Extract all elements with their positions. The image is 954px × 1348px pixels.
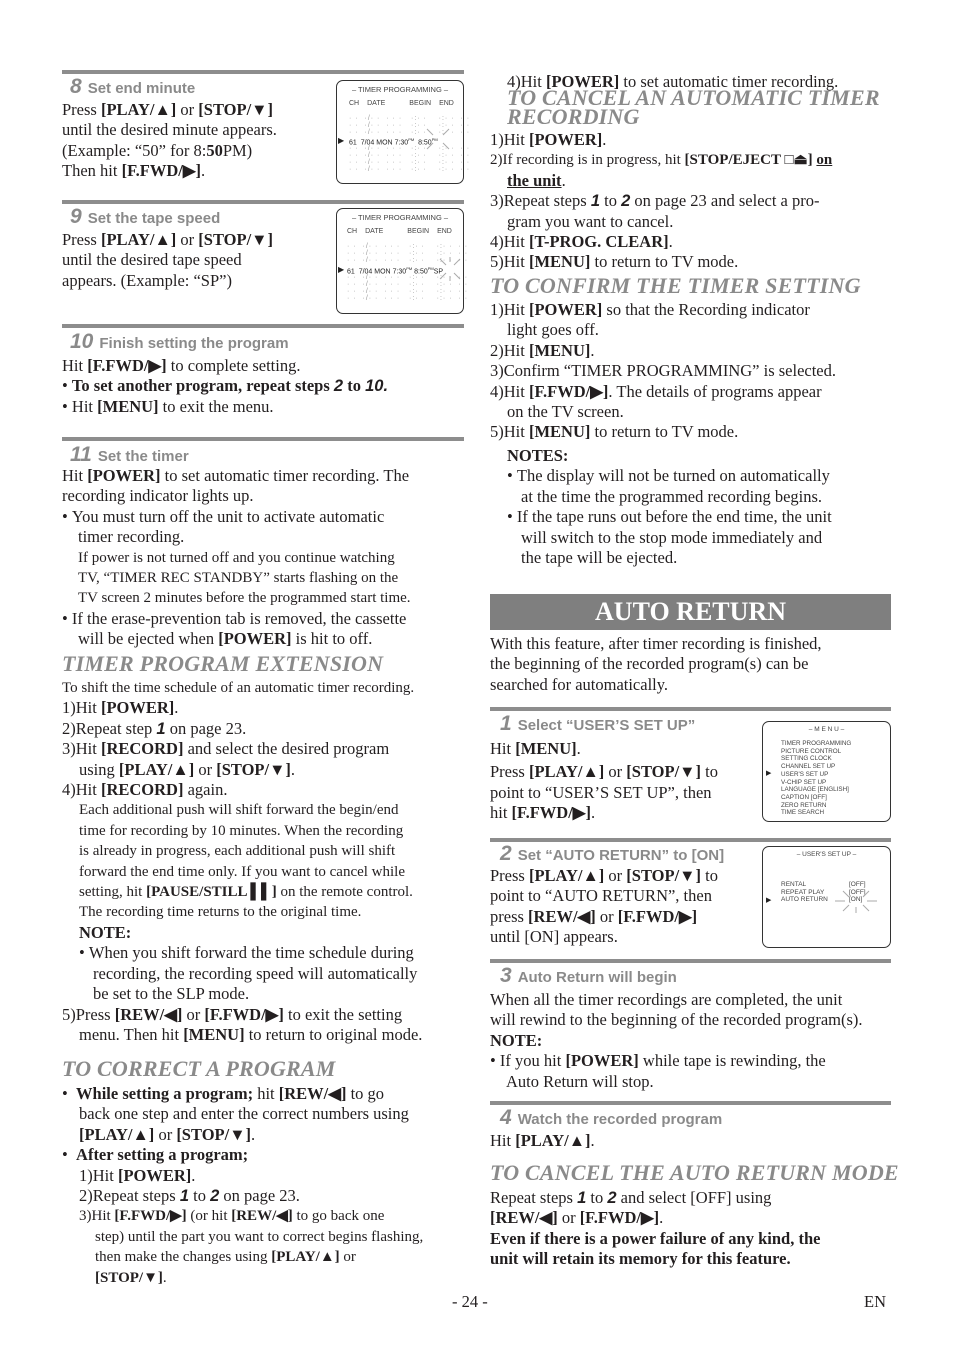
- menu-item: SETTING CLOCK: [781, 755, 832, 763]
- menu-item: CAPTION [OFF]: [781, 793, 827, 801]
- pointer-arrow-icon: ▶: [338, 136, 345, 145]
- flashing-indicator-icon: [835, 890, 877, 913]
- pointer-arrow-icon: ▶: [766, 897, 772, 904]
- section-divider: [490, 959, 891, 963]
- timer-program-extension-text: To shift the time schedule of an automat…: [62, 680, 423, 1044]
- section-divider: [62, 324, 464, 328]
- menu-item: CHANNEL SET UP: [781, 763, 836, 771]
- correct-program-text: • While setting a program; hit [REW/◀] t…: [62, 1084, 424, 1286]
- screen-headers: CH DATE BEGIN END: [349, 100, 454, 107]
- step-11-text: Hit [POWER] to set automatic timer recor…: [62, 466, 411, 649]
- step-10-text: Hit [F.FWD/▶] to complete setting. • To …: [62, 356, 389, 416]
- confirm-timer-notes: NOTES: • The display will not be turned …: [507, 446, 832, 568]
- menu-item: PICTURE CONTROL: [781, 747, 842, 755]
- menu-item: TIME SEARCH: [781, 809, 825, 817]
- menu-item: USER'S SET UP: [781, 770, 829, 778]
- pointer-arrow-icon: ▶: [338, 265, 345, 274]
- confirm-timer-heading: TO CONFIRM THE TIMER SETTING: [490, 273, 861, 298]
- user-settings-labels: RENTAL REPEAT PLAY AUTO RETURN: [781, 881, 828, 904]
- step-9-heading: 9 Set the tape speed: [70, 205, 221, 228]
- menu-item: V-CHIP SET UP: [781, 778, 827, 786]
- section-divider: [490, 1101, 891, 1105]
- timer-programming-screen-speed: – TIMER PROGRAMMING – CH DATE BEGIN END · ·…: [336, 208, 467, 314]
- cancel-timer-heading: TO CANCEL AN AUTOMATIC TIMER RECORDING: [507, 85, 880, 129]
- cancel-auto-return-text: Repeat steps 1 to 2 and select [OFF] usi…: [490, 1188, 821, 1269]
- auto-return-step-2-text: Press [PLAY/▲] or [STOP/▼] to point to “…: [490, 866, 718, 947]
- menu-list: TIMER PROGRAMMING PICTURE CONTROL SETTING …: [781, 740, 851, 817]
- auto-return-step-2-heading: 2 Set “AUTO RETURN” to [ON]: [500, 842, 725, 865]
- cancel-auto-return-heading: TO CANCEL THE AUTO RETURN MODE: [490, 1160, 899, 1185]
- language-code: EN: [864, 1292, 886, 1311]
- confirm-timer-steps: 1)Hit [POWER] so that the Recording indi…: [490, 300, 837, 442]
- auto-return-step-4-heading: 4 Watch the recorded program: [500, 1106, 723, 1129]
- auto-return-intro: With this feature, after timer recording…: [490, 634, 822, 694]
- section-divider: [62, 437, 464, 441]
- flashing-indicator-icon: [426, 128, 450, 150]
- auto-return-step-3-heading: 3 Auto Return will begin: [500, 964, 677, 987]
- page-number: - 24 -: [452, 1292, 488, 1311]
- auto-return-banner: AUTO RETURN: [490, 594, 891, 630]
- section-divider: [62, 200, 464, 204]
- menu-item: ZERO RETURN: [781, 801, 827, 809]
- menu-screen: – M E N U – TIMER PROGRAMMING PICTURE CON…: [762, 721, 891, 822]
- timer-programming-screen-end: – TIMER PROGRAMMING – CH DATE BEGIN END · ·…: [336, 80, 469, 184]
- step-8-text: Press [PLAY/▲] or [STOP/▼] until the des…: [62, 100, 277, 181]
- step-8-heading: 8 Set end minute: [70, 75, 196, 98]
- auto-return-step-3-text: When all the timer recordings are comple…: [490, 990, 863, 1091]
- menu-item: LANGUAGE [ENGLISH]: [781, 786, 849, 794]
- step-10-heading: 10 Finish setting the program: [70, 330, 289, 353]
- auto-return-step-1-heading: 1 Select “USER’S SET UP”: [500, 712, 696, 735]
- timer-program-extension-heading: TIMER PROGRAM EXTENSION: [62, 651, 384, 676]
- step-11-heading: 11 Set the timer: [70, 443, 189, 466]
- pointer-arrow-icon: ▶: [766, 770, 772, 777]
- flashing-indicator-icon: [439, 257, 461, 281]
- users-set-up-screen: – USER'S SET UP – RENTAL REPEAT PLAY AUT…: [762, 846, 891, 948]
- cancel-timer-steps: 1)Hit [POWER]. 2)If recording is in prog…: [490, 130, 833, 272]
- auto-return-step-4-text: Hit [PLAY/▲].: [490, 1131, 595, 1150]
- step-9-text: Press [PLAY/▲] or [STOP/▼] until the des…: [62, 230, 273, 290]
- menu-item: TIMER PROGRAMMING: [781, 740, 852, 747]
- section-divider: [62, 70, 464, 74]
- section-divider: [490, 707, 891, 711]
- correct-program-heading: TO CORRECT A PROGRAM: [62, 1056, 336, 1081]
- auto-return-step-1-text: Hit [MENU]. Press [PLAY/▲] or [STOP/▼] t…: [490, 739, 718, 823]
